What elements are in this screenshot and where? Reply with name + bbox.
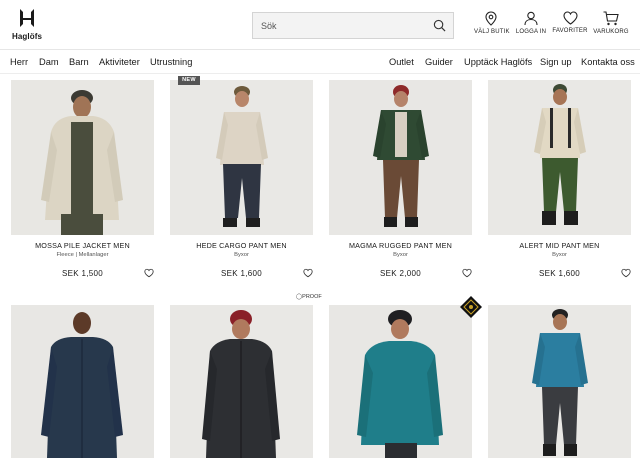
brand-name: Haglöfs [12,32,43,41]
cart-label: VARUKORG [593,29,629,35]
model-fleece-jacket-image [11,80,154,235]
product-image[interactable] [11,305,154,458]
product-card[interactable]: HEDE CARGO PANT MEN Byxor SEK 1,600 [170,80,313,278]
search-input[interactable] [253,13,429,38]
product-price: SEK 1,600 [539,269,580,278]
favorite-heart-icon[interactable] [621,268,631,278]
product-price: SEK 2,000 [380,269,421,278]
favorite-heart-icon[interactable] [144,268,154,278]
login-label: LOGGA IN [515,29,547,35]
favorites-button[interactable]: FAVORITER [552,11,588,41]
favorites-label: FAVORITER [552,28,588,34]
product-name[interactable]: MOSSA PILE JACKET MEN [11,241,154,250]
cart-button[interactable]: VARUKORG [592,11,630,41]
product-image[interactable] [170,80,313,235]
product-price: SEK 1,600 [221,269,262,278]
nav-item-herr[interactable]: Herr [10,57,28,67]
product-image[interactable] [11,80,154,235]
nav-item-sign-up[interactable]: Sign up [540,57,572,67]
nav-item-guider[interactable]: Guider [425,57,453,67]
model-rugged-pant-image [329,80,472,235]
nav-item-upptack[interactable]: Upptäck Haglöfs [464,57,532,67]
product-card[interactable]: ALERT MID PANT MEN Byxor SEK 1,600 [488,80,631,278]
product-name[interactable]: MAGMA RUGGED PANT MEN [329,241,472,250]
product-image[interactable] [170,305,313,458]
cart-icon [603,11,619,26]
location-pin-icon [485,11,497,26]
user-icon [524,11,538,26]
nav-item-barn[interactable]: Barn [69,57,89,67]
product-image[interactable] [488,305,631,458]
product-name[interactable]: ALERT MID PANT MEN [488,241,631,250]
haglofs-h-icon [20,9,34,27]
product-card[interactable] [488,305,631,458]
brand-logo[interactable]: Haglöfs [12,8,42,44]
product-image[interactable] [329,80,472,235]
model-blue-jacket-image [488,305,631,458]
store-picker-label: VÄLJ BUTIK [474,29,510,35]
product-category: Byxor [234,252,249,258]
nav-item-dam[interactable]: Dam [39,57,59,67]
favorite-heart-icon[interactable] [462,268,472,278]
model-black-shell-jacket-image [170,305,313,458]
proof-label: PROOF [302,294,322,300]
nav-item-outlet[interactable]: Outlet [389,57,414,67]
product-card[interactable]: MAGMA RUGGED PANT MEN Byxor SEK 2,000 [329,80,472,278]
nav-item-aktiviteter[interactable]: Aktiviteter [99,57,140,67]
login-button[interactable]: LOGGA IN [514,11,548,41]
model-mid-pant-image [488,80,631,235]
model-cargo-pant-image [170,80,313,235]
product-card[interactable]: MOSSA PILE JACKET MEN Fleece | Mellanlag… [11,80,154,278]
product-image[interactable] [488,80,631,235]
new-badge: NEW [178,76,200,85]
product-category: Fleece | Mellanlager [56,252,109,258]
proof-badge: ◯PROOF [296,294,322,300]
product-price: SEK 1,500 [62,269,103,278]
model-navy-jacket-image [11,305,154,458]
heart-icon [562,11,578,25]
search-icon[interactable] [433,19,446,32]
gore-tex-badge-icon [460,296,482,318]
product-name[interactable]: HEDE CARGO PANT MEN [170,241,313,250]
product-image[interactable] [329,305,472,458]
favorite-heart-icon[interactable] [303,268,313,278]
main-navigation: Herr Dam Barn Aktiviteter Utrustning Out… [0,52,640,74]
site-header: Haglöfs VÄLJ BUTIK LOGGA IN FAVORITER [0,0,640,50]
product-card[interactable] [329,305,472,458]
model-teal-shell-jacket-image [329,305,472,458]
store-picker-button[interactable]: VÄLJ BUTIK [474,11,510,41]
nav-item-kontakta[interactable]: Kontakta oss [581,57,635,67]
product-card[interactable] [170,305,313,458]
product-category: Byxor [393,252,408,258]
nav-item-utrustning[interactable]: Utrustning [150,57,192,67]
product-card[interactable] [11,305,154,458]
search-box[interactable] [252,12,454,39]
product-category: Byxor [552,252,567,258]
